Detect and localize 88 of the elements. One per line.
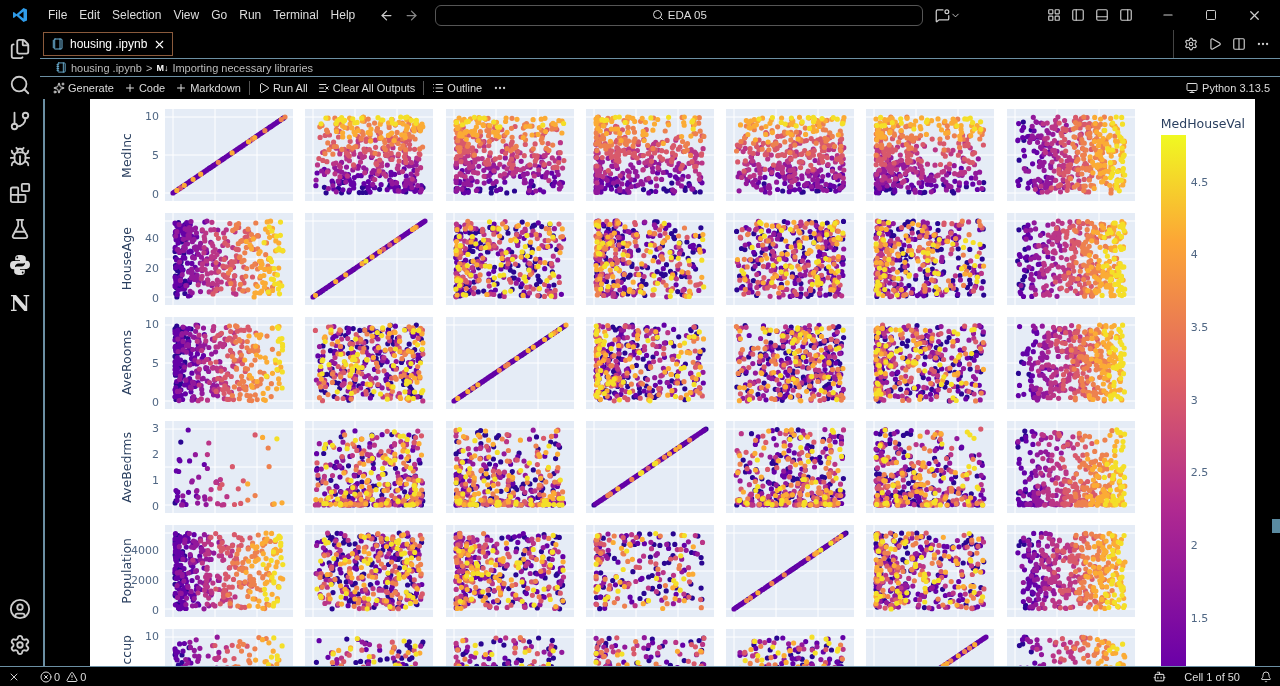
toolbar-button[interactable]: Code xyxy=(118,82,171,94)
axis-tick: 20 xyxy=(145,261,159,275)
extensions-icon[interactable] xyxy=(9,182,31,204)
menu-item[interactable]: Go xyxy=(205,8,234,22)
axis-tick: 10 xyxy=(145,109,159,123)
menu-item[interactable]: Terminal xyxy=(267,8,325,22)
toolbar-button[interactable]: Generate xyxy=(48,82,119,94)
back-arrow-icon[interactable] xyxy=(379,7,395,23)
extension-letter[interactable]: N xyxy=(9,290,31,316)
axis-label: ccup xyxy=(119,634,134,665)
run-debug-icon[interactable] xyxy=(9,146,31,168)
forward-arrow-icon[interactable] xyxy=(404,7,420,23)
chat-icon[interactable] xyxy=(935,7,951,23)
panel-toggle-icon[interactable] xyxy=(1095,8,1109,22)
breadcrumb-separator: > xyxy=(145,61,153,74)
axis-tick: 0 xyxy=(152,395,159,409)
editor-tab[interactable]: housing .ipynb xyxy=(43,32,174,56)
outline-icon xyxy=(432,82,445,94)
axis-tick: 2 xyxy=(152,447,159,461)
toolbar-button[interactable]: Markdown xyxy=(170,82,246,94)
account-icon[interactable] xyxy=(9,598,31,620)
warning-icon xyxy=(66,670,79,683)
sidebar-toggle-icon[interactable] xyxy=(1071,8,1085,22)
monitor-icon xyxy=(1186,82,1199,94)
python-icon[interactable] xyxy=(9,254,31,276)
cell-indicator[interactable]: Cell 1 of 50 xyxy=(1184,670,1240,683)
colorbar-tick: 2 xyxy=(1190,538,1198,552)
maximize-icon[interactable] xyxy=(1205,7,1217,23)
app-logo-icon xyxy=(12,7,28,23)
colorbar-tick: 4 xyxy=(1190,247,1198,261)
run-icon xyxy=(257,82,270,94)
menu-item[interactable]: Edit xyxy=(73,8,107,22)
run-icon[interactable] xyxy=(1208,37,1222,51)
menu-item[interactable]: Help xyxy=(324,8,362,22)
markdown-marker: M↓ xyxy=(156,62,169,73)
kernel-picker[interactable]: Python 3.13.5 xyxy=(1180,81,1280,95)
axis-tick: 3 xyxy=(152,421,159,435)
search-icon xyxy=(651,9,664,21)
axis-tick: 1 xyxy=(152,473,159,487)
colorbar-tick: 4.5 xyxy=(1190,175,1209,188)
command-search-field[interactable]: EDA 05 xyxy=(435,4,924,26)
add-icon xyxy=(123,82,136,94)
axis-tick: 10 xyxy=(145,317,159,331)
axis-tick: 0 xyxy=(152,187,159,201)
flask-icon[interactable] xyxy=(9,218,31,240)
add-icon xyxy=(175,82,188,94)
axis-tick: 5 xyxy=(152,356,159,370)
explorer-icon[interactable] xyxy=(9,38,31,60)
axis-tick: 0 xyxy=(152,603,159,617)
colorbar-tick: 3.5 xyxy=(1190,320,1209,334)
settings-icon[interactable] xyxy=(9,634,31,656)
axis-tick: 10 xyxy=(145,629,159,643)
breadcrumb-item[interactable]: Importing necessary libraries xyxy=(172,61,313,74)
axis-tick: 40 xyxy=(145,231,159,245)
colorbar-tick: 2.5 xyxy=(1190,465,1209,479)
colorbar-tick: 3 xyxy=(1190,393,1198,407)
clear-icon xyxy=(317,82,330,94)
scrollbar-marker xyxy=(1272,519,1280,533)
notebook-icon xyxy=(52,38,64,50)
menu-item[interactable]: File xyxy=(42,8,74,22)
colorbar-tick: 1.5 xyxy=(1190,611,1209,625)
axis-tick: 0 xyxy=(152,291,159,305)
error-count[interactable]: 0 xyxy=(40,670,61,683)
axis-tick: 5 xyxy=(152,148,159,162)
colorbar-title: MedHouseVal xyxy=(1160,116,1246,131)
menu-item[interactable]: View xyxy=(167,8,206,22)
error-icon xyxy=(40,670,52,683)
search-icon[interactable] xyxy=(9,74,31,96)
menu-item[interactable]: Selection xyxy=(106,8,168,22)
source-control-icon[interactable] xyxy=(9,110,31,132)
axis-label: AveRooms xyxy=(119,330,134,396)
toolbar-button[interactable]: Run All xyxy=(252,82,313,94)
notifications-icon[interactable] xyxy=(1260,670,1272,683)
secondary-sidebar-icon[interactable] xyxy=(1119,8,1133,22)
breadcrumb-item[interactable]: housing .ipynb xyxy=(71,61,142,74)
generate-icon xyxy=(53,82,65,94)
menu-item[interactable]: Run xyxy=(233,8,268,22)
settings-icon[interactable] xyxy=(1184,37,1198,51)
notebook-icon xyxy=(56,62,67,73)
warning-count[interactable]: 0 xyxy=(66,670,87,683)
axis-tick: 0 xyxy=(152,499,159,513)
axis-label: HouseAge xyxy=(119,227,134,291)
split-editor-icon[interactable] xyxy=(1232,37,1246,51)
layout-icon[interactable] xyxy=(1047,8,1061,22)
toolbar-button[interactable]: Clear All Outputs xyxy=(312,82,421,94)
axis-label: AveBedrms xyxy=(119,431,134,503)
axis-label: MedInc xyxy=(119,132,134,178)
toolbar-button[interactable]: Outline xyxy=(427,82,488,94)
